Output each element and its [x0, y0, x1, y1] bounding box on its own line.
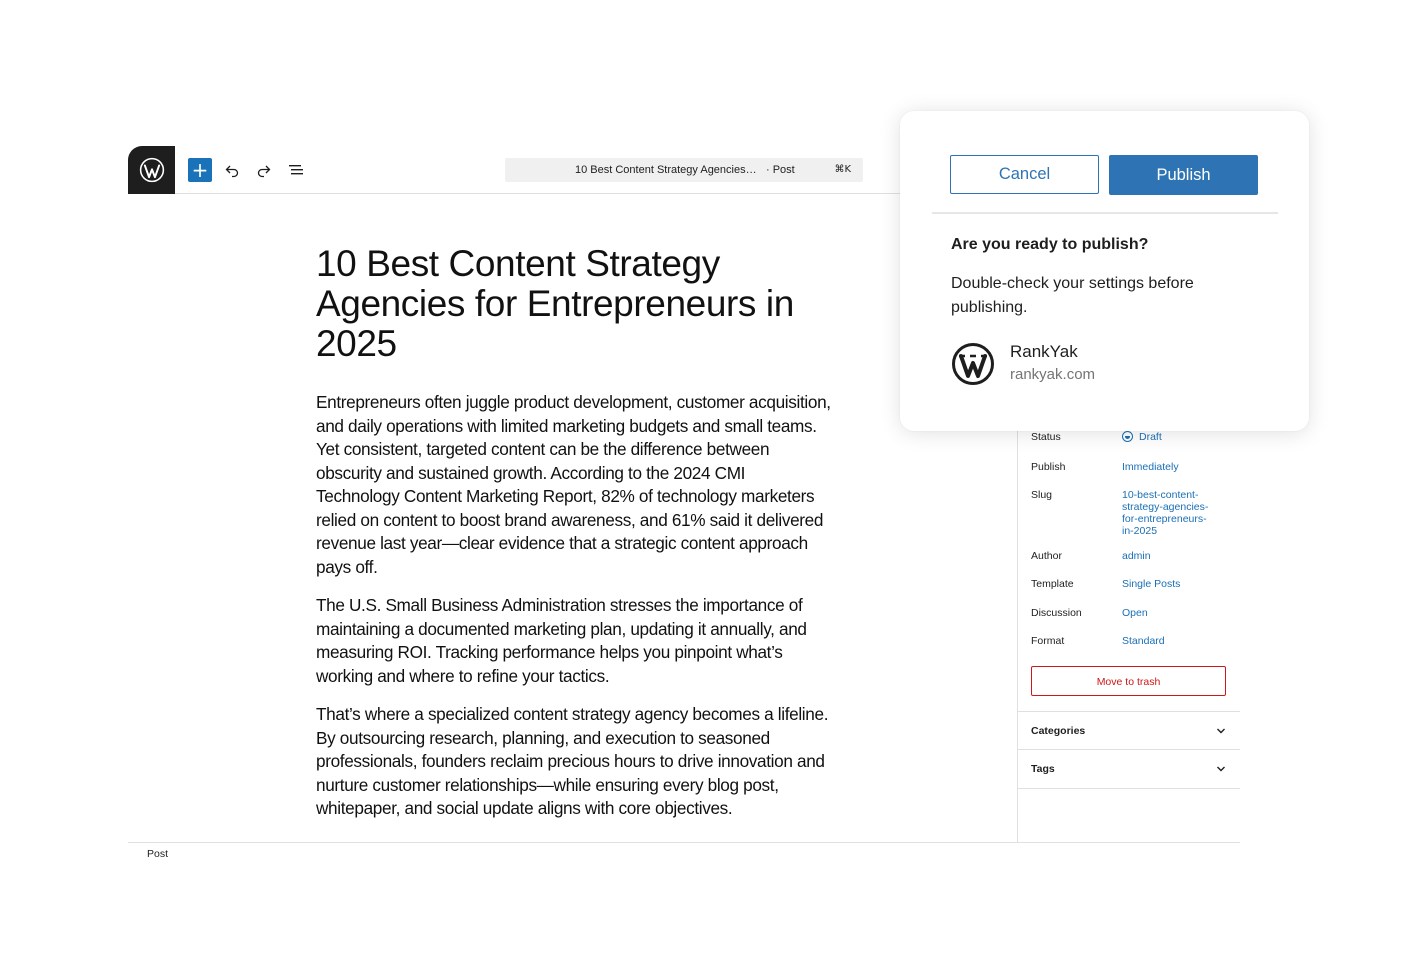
format-value[interactable]: Standard [1122, 635, 1222, 647]
format-label: Format [1031, 635, 1065, 647]
site-name: RankYak [1010, 342, 1078, 361]
document-overview-icon [289, 165, 303, 175]
paragraph-block[interactable]: Entrepreneurs often juggle product devel… [316, 391, 831, 579]
status-value[interactable]: Draft [1122, 431, 1222, 443]
redo-icon [257, 165, 271, 178]
document-overview-button[interactable] [284, 158, 308, 182]
undo-icon [225, 165, 239, 178]
slug-value[interactable]: 10-best-content-strategy-agencies-for-en… [1122, 489, 1220, 537]
status-text: Draft [1139, 431, 1162, 443]
undo-button[interactable] [220, 158, 244, 182]
template-label: Template [1031, 578, 1074, 590]
publish-label: Publish [1031, 461, 1066, 473]
author-value[interactable]: admin [1122, 550, 1222, 562]
command-bar-shortcut: ⌘K [834, 164, 851, 175]
publish-confirmation-panel: Cancel Publish Are you ready to publish?… [900, 111, 1309, 431]
paragraph-block[interactable]: The U.S. Small Business Administration s… [316, 594, 831, 688]
tags-panel-title: Tags [1031, 763, 1055, 775]
publish-description: Double-check your settings before publis… [951, 275, 1194, 316]
status-label: Status [1031, 431, 1061, 443]
categories-panel-toggle[interactable]: Categories [1018, 711, 1240, 750]
wordpress-menu-button[interactable] [128, 146, 175, 194]
site-url: rankyak.com [1010, 366, 1096, 383]
panel-divider [932, 212, 1278, 214]
draft-status-icon [1122, 431, 1133, 442]
tags-panel-toggle[interactable]: Tags [1018, 749, 1240, 789]
template-value[interactable]: Single Posts [1122, 578, 1222, 590]
discussion-value[interactable]: Open [1122, 607, 1222, 619]
publish-button[interactable]: Publish [1109, 155, 1258, 195]
publish-date-value[interactable]: Immediately [1122, 461, 1222, 473]
chevron-down-icon [1217, 766, 1225, 772]
breadcrumb-post[interactable]: Post [147, 848, 168, 860]
categories-panel-title: Categories [1031, 725, 1086, 737]
chevron-down-icon [1217, 728, 1225, 734]
wordpress-icon [139, 157, 164, 183]
cancel-button[interactable]: Cancel [950, 155, 1099, 194]
author-label: Author [1031, 550, 1062, 562]
publish-heading: Are you ready to publish? [951, 236, 1149, 253]
redo-button[interactable] [252, 158, 276, 182]
command-bar-post-type: · Post [766, 164, 795, 176]
block-breadcrumb-footer: Post [128, 842, 1240, 862]
wordpress-icon [952, 343, 994, 385]
discussion-label: Discussion [1031, 607, 1082, 619]
move-to-trash-button[interactable]: Move to trash [1031, 666, 1226, 696]
command-palette-bar[interactable]: 10 Best Content Strategy Agencies for En… [505, 158, 863, 182]
post-title[interactable]: 10 Best Content Strategy Agencies for En… [316, 244, 826, 364]
block-inserter-button[interactable]: + [188, 158, 212, 182]
paragraph-block[interactable]: That’s where a specialized content strat… [316, 703, 831, 821]
command-bar-title: 10 Best Content Strategy Agencies for En… [575, 164, 759, 176]
slug-label: Slug [1031, 489, 1053, 501]
